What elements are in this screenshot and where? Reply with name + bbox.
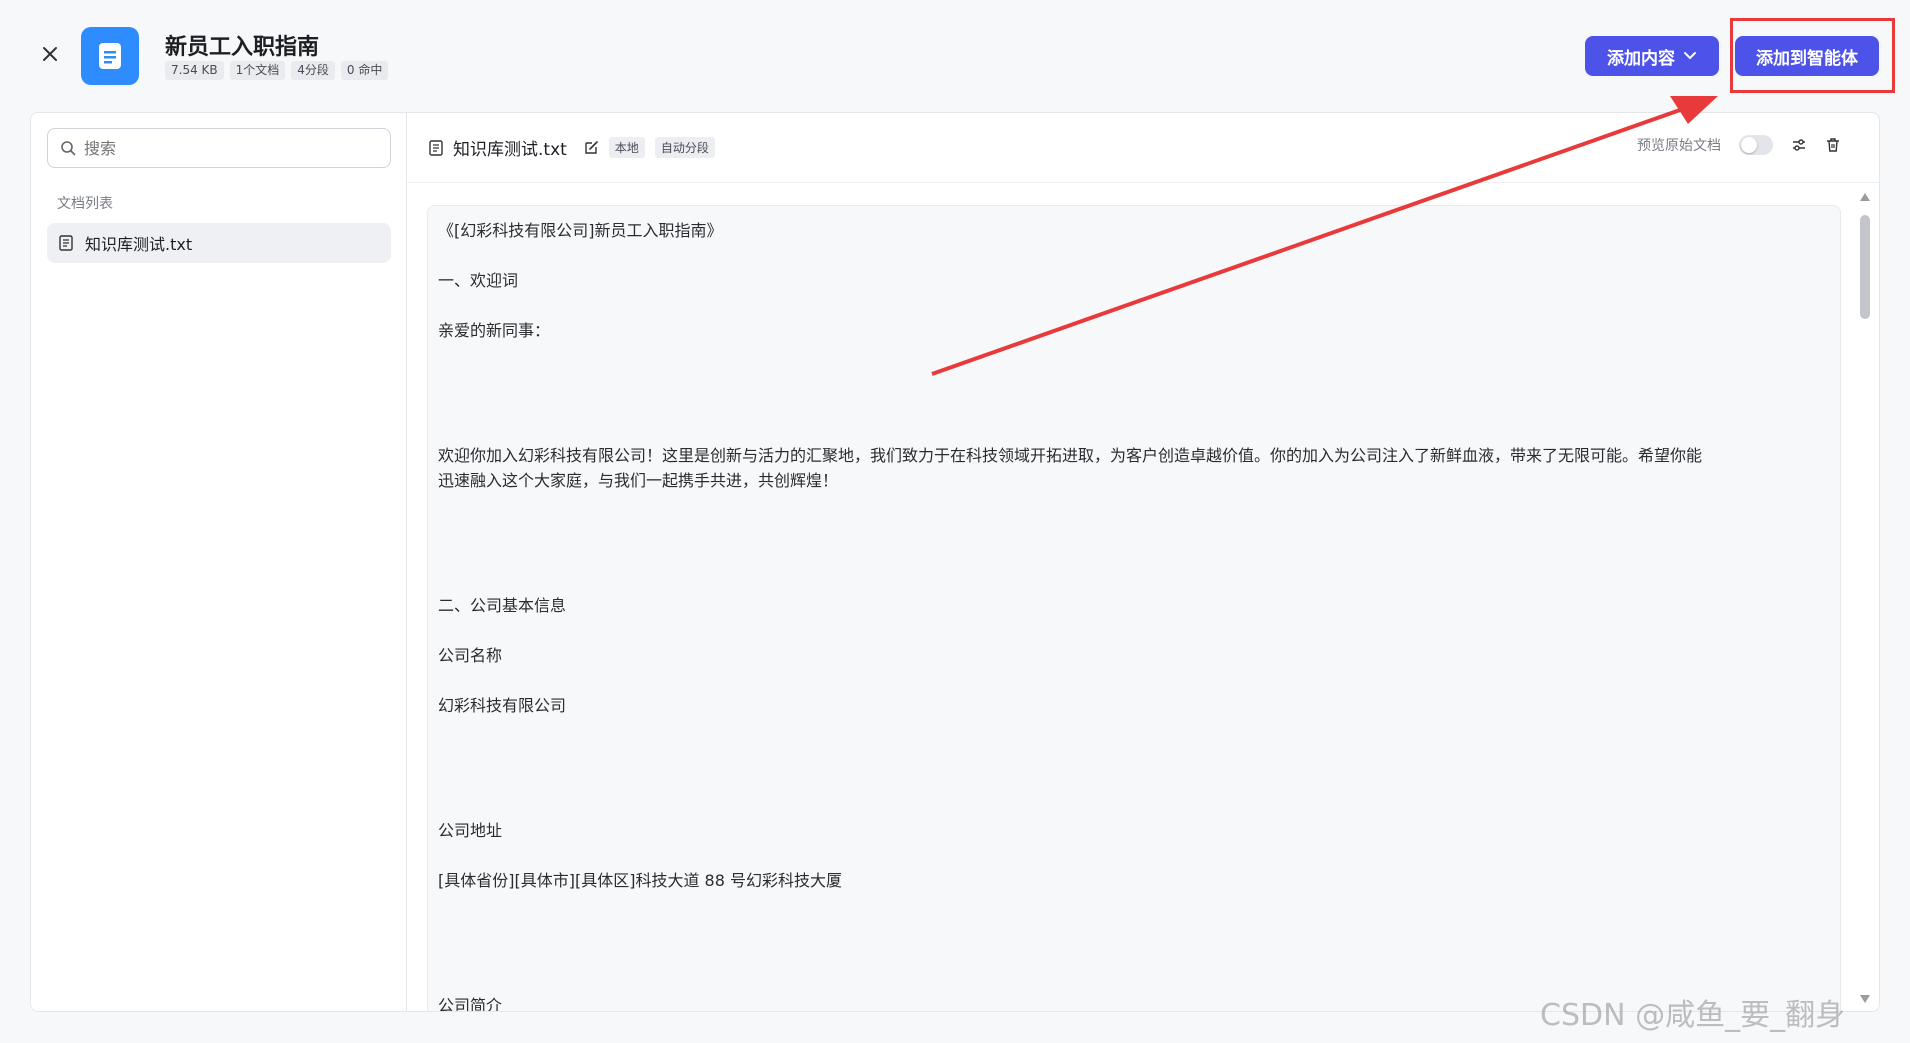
main-panel: 文档列表 知识库测试.txt 知识库测试.txt [30, 112, 1880, 1012]
search-icon [61, 141, 76, 156]
knowledge-base-detail-page: 新员工入职指南 7.54 KB 1个文档 4分段 0 命中 添加内容 添加到智能… [0, 0, 1910, 1043]
delete-button[interactable] [1825, 137, 1841, 153]
segment-mode-tag: 自动分段 [654, 137, 715, 158]
document-line: 迅速融入这个大家庭，与我们一起携手共进，共创辉煌！ [438, 471, 839, 490]
document-line: 公司名称 [438, 646, 503, 665]
document-line: 欢迎你加入幻彩科技有限公司！这里是创新与活力的汇聚地，我们致力于在科技领域开拓进… [438, 446, 1703, 465]
document-line: 一、欢迎词 [438, 271, 519, 290]
doc-list-title: 文档列表 [57, 196, 113, 212]
watermark-text: CSDN @咸鱼_要_翻身 [1540, 998, 1846, 1033]
meta-tags: 7.54 KB 1个文档 4分段 0 命中 [165, 61, 389, 80]
document-sidebar: 文档列表 知识库测试.txt [31, 113, 407, 1011]
size-badge: 7.54 KB [165, 61, 224, 80]
scrollbar[interactable] [1859, 193, 1871, 1003]
page-title: 新员工入职指南 [165, 35, 320, 60]
document-text-viewer[interactable]: 《[幻彩科技有限公司]新员工入职指南》 一、欢迎词亲爱的新同事： 欢迎你加入幻彩科技… [427, 205, 1841, 1011]
document-content: 知识库测试.txt 本地 自动分段 预览原始文档 《[幻彩科技有限公司]新员工入… [407, 113, 1879, 1011]
doc-count-badge: 1个文档 [229, 61, 286, 80]
add-content-button[interactable]: 添加内容 [1585, 36, 1719, 76]
file-name: 知识库测试.txt [453, 140, 567, 160]
add-content-label: 添加内容 [1607, 48, 1675, 69]
search-input[interactable] [84, 138, 364, 158]
scroll-up-arrow-icon[interactable] [1860, 193, 1870, 201]
preview-original-label: 预览原始文档 [1637, 138, 1721, 154]
source-tag: 本地 [608, 137, 645, 158]
chevron-down-icon [1684, 52, 1696, 60]
preview-original-toggle[interactable] [1739, 135, 1773, 155]
content-toolbar: 知识库测试.txt 本地 自动分段 预览原始文档 [407, 113, 1879, 183]
document-line: 《[幻彩科技有限公司]新员工入职指南》 [438, 221, 723, 240]
segment-count-badge: 4分段 [291, 61, 335, 80]
document-icon [99, 43, 121, 69]
close-button[interactable] [36, 40, 64, 68]
page-header: 新员工入职指南 7.54 KB 1个文档 4分段 0 命中 添加内容 添加到智能… [0, 0, 1910, 112]
file-icon [429, 139, 443, 156]
hit-count-badge: 0 命中 [340, 61, 389, 80]
document-line: 幻彩科技有限公司 [438, 696, 567, 715]
sliders-icon [1793, 139, 1805, 151]
toolbar-actions: 预览原始文档 [1637, 135, 1841, 155]
doc-list-item-label: 知识库测试.txt [85, 235, 193, 254]
file-icon [59, 235, 73, 251]
rename-button[interactable] [583, 140, 599, 156]
close-icon [43, 47, 57, 61]
document-line: [具体省份][具体市][具体区]科技大道 88 号幻彩科技大厦 [438, 871, 842, 890]
trash-icon [1827, 138, 1839, 152]
scroll-down-arrow-icon[interactable] [1860, 995, 1870, 1003]
doc-list-item[interactable]: 知识库测试.txt [47, 223, 391, 263]
scroll-thumb[interactable] [1860, 215, 1870, 319]
search-box[interactable] [47, 128, 391, 168]
edit-icon [585, 140, 598, 154]
annotation-highlight-box [1730, 18, 1895, 93]
document-line: 公司地址 [438, 821, 503, 840]
knowledge-base-icon [81, 27, 139, 85]
document-line: 亲爱的新同事： [438, 321, 551, 340]
segment-settings-button[interactable] [1791, 137, 1807, 153]
document-line: 二、公司基本信息 [438, 596, 567, 615]
